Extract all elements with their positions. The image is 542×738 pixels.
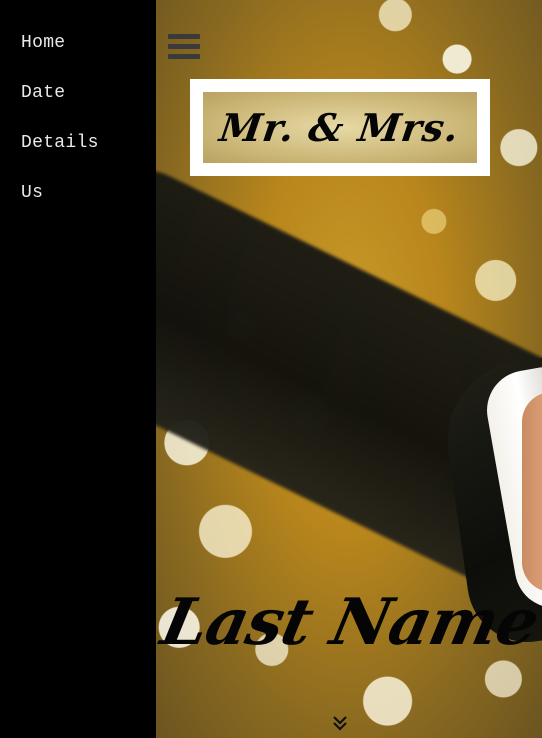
sidebar-item-details[interactable]: Details: [0, 130, 156, 180]
sidebar-nav: Home Date Details Us: [0, 0, 156, 738]
double-chevron-down-icon[interactable]: [330, 714, 350, 732]
nav-list: Home Date Details Us: [0, 0, 156, 230]
photo-hand: [522, 392, 542, 592]
sidebar-item-us[interactable]: Us: [0, 180, 156, 230]
logo-inner: Mr. & Mrs.: [203, 92, 477, 163]
hamburger-menu-icon[interactable]: [168, 34, 200, 60]
menu-bar: [168, 34, 200, 39]
page-title: Last Name: [155, 585, 542, 660]
sidebar-item-date[interactable]: Date: [0, 80, 156, 130]
logo-box: Mr. & Mrs.: [190, 79, 490, 176]
menu-bar: [168, 54, 200, 59]
sidebar-item-home[interactable]: Home: [0, 30, 156, 80]
logo-text: Mr. & Mrs.: [217, 105, 463, 150]
menu-bar: [168, 44, 200, 49]
double-chevron-down-icon-svg: [333, 716, 347, 731]
